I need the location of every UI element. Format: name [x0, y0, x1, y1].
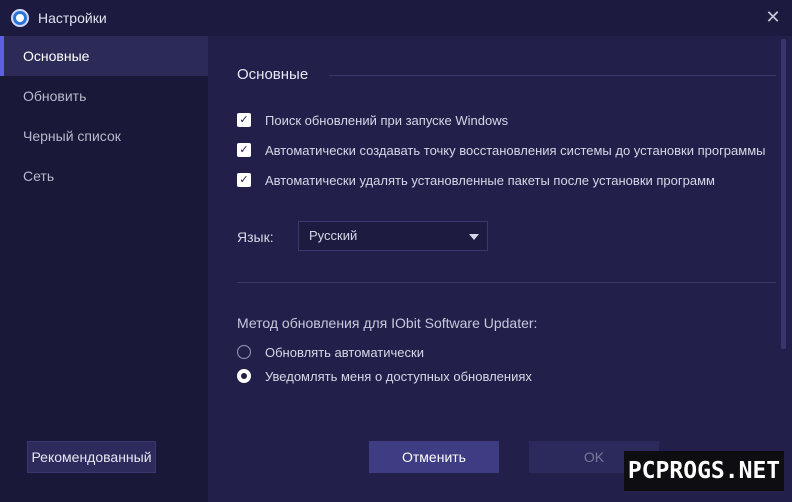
checkbox-label: Поиск обновлений при запуске Windows [265, 112, 509, 128]
radio-row[interactable]: Уведомлять меня о доступных обновлениях [237, 367, 532, 385]
radio-row[interactable]: Обновлять автоматически [237, 343, 424, 361]
sidebar: Основные Обновить Черный список Сеть [0, 36, 208, 502]
checkbox-row[interactable]: ✓ Автоматически удалять установленные па… [237, 171, 715, 189]
checkbox-delete-packages[interactable]: ✓ [237, 173, 251, 187]
window-title: Настройки [38, 10, 107, 26]
language-label: Язык: [237, 229, 274, 245]
checkbox-check-updates-on-start[interactable]: ✓ [237, 113, 251, 127]
language-select-value: Русский [309, 228, 358, 243]
radio-update-automatically[interactable] [237, 345, 251, 359]
sidebar-item-blacklist[interactable]: Черный список [0, 116, 208, 156]
language-select[interactable]: Русский [298, 221, 488, 251]
checkbox-create-restore-point[interactable]: ✓ [237, 143, 251, 157]
scrollbar[interactable] [776, 36, 792, 502]
scrollbar-thumb[interactable] [781, 39, 786, 349]
settings-panel: Основные ✓ Поиск обновлений при запуске … [208, 36, 792, 502]
checkbox-row[interactable]: ✓ Поиск обновлений при запуске Windows [237, 111, 508, 129]
sidebar-item-general[interactable]: Основные [0, 36, 208, 76]
watermark: PCPROGS.NET [624, 451, 784, 491]
checkbox-label: Автоматически удалять установленные паке… [265, 172, 715, 188]
radio-label: Обновлять автоматически [265, 344, 424, 360]
sidebar-item-update[interactable]: Обновить [0, 76, 208, 116]
section-title: Основные [237, 66, 309, 83]
app-logo-icon [11, 9, 29, 27]
radio-label: Уведомлять меня о доступных обновлениях [265, 368, 532, 384]
close-icon[interactable]: ✕ [762, 6, 784, 28]
section-divider [329, 75, 776, 76]
radio-notify-updates[interactable] [237, 369, 251, 383]
checkbox-row[interactable]: ✓ Автоматически создавать точку восстано… [237, 141, 766, 159]
recommended-button[interactable]: Рекомендованный [27, 441, 156, 473]
chevron-down-icon [469, 234, 479, 240]
update-method-label: Метод обновления для IObit Software Upda… [237, 315, 538, 331]
cancel-button[interactable]: Отменить [369, 441, 499, 473]
section-divider [237, 282, 776, 283]
sidebar-item-network[interactable]: Сеть [0, 156, 208, 196]
title-bar: Настройки ✕ [0, 0, 792, 36]
checkbox-label: Автоматически создавать точку восстановл… [265, 142, 766, 158]
